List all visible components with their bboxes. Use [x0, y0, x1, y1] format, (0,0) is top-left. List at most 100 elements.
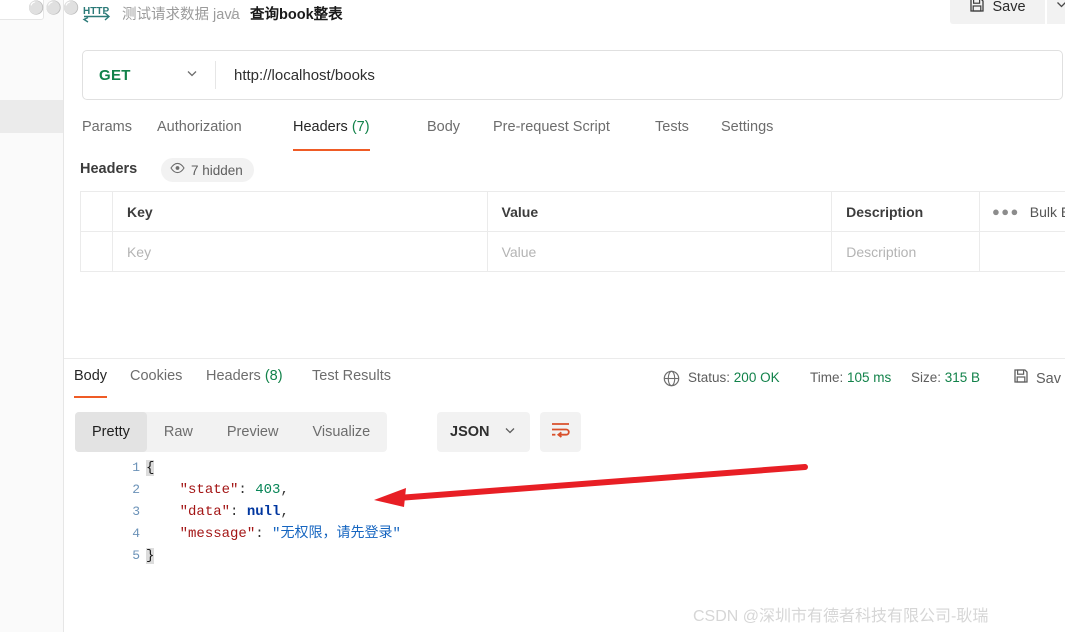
column-header-key: Key: [113, 192, 488, 231]
tab-label: Test Results: [312, 368, 391, 384]
row-actions-cell: [980, 232, 1065, 271]
column-header-description: Description: [832, 192, 981, 231]
status-badge: Status: 200 OK: [688, 370, 780, 385]
breadcrumb-bar: HTTP 测试请求数据 java / 查询book整表 Save: [64, 0, 1065, 36]
save-options-button[interactable]: [1047, 0, 1065, 24]
response-format-group: Pretty Raw Preview Visualize: [75, 412, 388, 452]
tab-label: Tests: [655, 119, 689, 135]
sidebar-selected-item[interactable]: [0, 100, 63, 133]
line-number: 3: [132, 504, 140, 519]
breadcrumb-separator: /: [231, 7, 236, 23]
format-raw-button[interactable]: Raw: [147, 412, 210, 452]
svg-text:HTTP: HTTP: [83, 6, 109, 17]
format-pretty-button[interactable]: Pretty: [75, 412, 147, 452]
left-sidebar: [0, 0, 64, 632]
tab-pre-request-script[interactable]: Pre-request Script: [493, 116, 610, 146]
response-tab-cookies[interactable]: Cookies: [130, 368, 182, 394]
request-tab-strip: Params Authorization Headers (7) Body Pr…: [82, 116, 1042, 151]
format-label: Preview: [226, 424, 279, 440]
size-badge: Size: 315 B: [911, 370, 980, 385]
http-protocol-icon: HTTP: [82, 2, 112, 24]
globe-icon: [663, 370, 680, 392]
request-url-bar: GET http://localhost/books: [82, 50, 1063, 100]
bulk-edit-button[interactable]: Bulk E: [1030, 204, 1065, 220]
tab-tests[interactable]: Tests: [655, 116, 689, 146]
table-row: Key Value Description: [81, 232, 1065, 272]
chevron-down-icon: [503, 423, 517, 442]
response-section-divider: [64, 358, 1065, 359]
save-response-button[interactable]: Sav: [1013, 368, 1061, 389]
column-label: Value: [501, 203, 539, 220]
column-header-value: Value: [488, 192, 833, 231]
line-number: 5: [132, 548, 140, 563]
tab-label: Pre-request Script: [493, 119, 610, 135]
json-value-message: "无权限，请先登录": [272, 526, 401, 542]
line-number: 1: [132, 460, 140, 475]
tab-label: Params: [82, 119, 132, 135]
line-number: 2: [132, 482, 140, 497]
response-language-selector[interactable]: JSON: [437, 412, 530, 452]
status-value: 200 OK: [733, 370, 780, 385]
active-tab-indicator: [293, 148, 370, 151]
row-checkbox[interactable]: [81, 232, 113, 271]
line-number: 4: [132, 526, 140, 541]
input-placeholder: Key: [126, 243, 152, 260]
format-label: Visualize: [312, 424, 371, 440]
json-close-brace: }: [146, 548, 155, 564]
column-label: Key: [126, 203, 153, 220]
tab-body[interactable]: Body: [427, 116, 460, 146]
header-value-input[interactable]: Value: [488, 232, 833, 271]
word-wrap-button[interactable]: [540, 412, 581, 452]
header-key-input[interactable]: Key: [113, 232, 488, 271]
active-tab-indicator: [74, 395, 108, 398]
json-key-data: "data": [179, 504, 231, 520]
watermark-text: CSDN @深圳市有德者科技有限公司-耿瑞: [693, 608, 989, 625]
tab-params[interactable]: Params: [82, 116, 132, 146]
response-tab-body[interactable]: Body: [74, 368, 108, 398]
url-input[interactable]: http://localhost/books: [216, 67, 1062, 84]
save-response-label: Sav: [1036, 370, 1061, 387]
chevron-down-icon: [185, 66, 199, 85]
tab-headers[interactable]: Headers (7): [293, 116, 370, 151]
time-label: Time:: [810, 370, 844, 385]
format-label: Raw: [163, 424, 193, 440]
tab-authorization[interactable]: Authorization: [157, 116, 242, 146]
http-method-label: GET: [99, 66, 131, 84]
format-label: Pretty: [92, 424, 130, 440]
json-code-content[interactable]: { "state": 403, "data": null, "message":…: [146, 457, 401, 567]
response-tab-headers[interactable]: Headers (8): [206, 368, 283, 394]
response-body-viewer: 1 2 3 4 5 { "state": 403, "data": null, "mes…: [64, 457, 1065, 587]
tab-label: Cookies: [130, 368, 183, 384]
json-value-data: null: [246, 504, 281, 520]
column-label: Description: [846, 203, 924, 220]
hidden-headers-toggle[interactable]: 7 hidden: [161, 158, 254, 182]
time-badge: Time: 105 ms: [810, 370, 891, 385]
json-key-state: "state": [179, 482, 239, 498]
tab-label: Settings: [721, 119, 774, 135]
tab-settings[interactable]: Settings: [721, 116, 773, 146]
response-tab-test-results[interactable]: Test Results: [312, 368, 391, 394]
ellipsis-icon[interactable]: ●●●: [992, 204, 1020, 219]
tab-label: Headers: [293, 119, 348, 135]
table-actions-cell: ●●● Bulk E: [980, 192, 1065, 231]
http-method-selector[interactable]: GET: [83, 51, 215, 99]
eye-icon: [170, 161, 185, 179]
format-preview-button[interactable]: Preview: [210, 412, 296, 452]
hidden-headers-label: 7 hidden: [191, 162, 243, 178]
save-button[interactable]: Save: [950, 0, 1045, 24]
time-value: 105 ms: [847, 370, 892, 385]
input-placeholder: Description: [846, 243, 917, 260]
tab-label: Headers: [206, 368, 261, 384]
json-value-state: 403: [255, 482, 281, 498]
header-description-input[interactable]: Description: [832, 232, 981, 271]
breadcrumb-current[interactable]: 查询book整表: [250, 0, 343, 30]
json-open-brace: {: [146, 460, 155, 476]
format-visualize-button[interactable]: Visualize: [295, 412, 387, 452]
select-all-cell[interactable]: [81, 192, 113, 231]
language-label: JSON: [450, 424, 490, 440]
breadcrumb-parent[interactable]: 测试请求数据 java: [122, 0, 240, 30]
save-button-label: Save: [992, 0, 1026, 15]
word-wrap-icon: [551, 421, 570, 443]
tab-count: (7): [351, 119, 370, 135]
input-placeholder: Value: [501, 243, 537, 260]
